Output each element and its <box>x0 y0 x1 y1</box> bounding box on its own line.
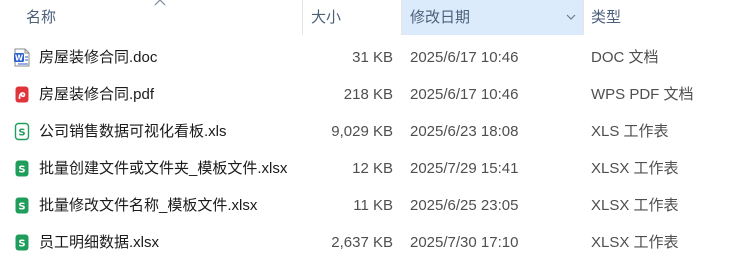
file-date-modified: 2025/6/25 23:05 <box>410 197 519 214</box>
chevron-down-icon[interactable] <box>565 12 577 22</box>
spreadsheet-icon: S <box>14 122 30 141</box>
file-name[interactable]: 公司销售数据可视化看板.xls <box>39 113 227 150</box>
svg-text:S: S <box>18 239 25 250</box>
file-name[interactable]: 员工明细数据.xlsx <box>39 224 159 261</box>
file-size: 2,637 KB <box>331 234 393 251</box>
column-header-name[interactable]: 名称 <box>0 0 303 35</box>
file-date-modified: 2025/6/17 10:46 <box>410 49 519 66</box>
file-name[interactable]: 批量创建文件或文件夹_模板文件.xlsx <box>39 150 287 187</box>
column-header-date-modified[interactable]: 修改日期 <box>402 0 584 35</box>
file-date-modified: 2025/6/17 10:46 <box>410 86 519 103</box>
column-header-size[interactable]: 大小 <box>303 0 401 35</box>
file-size: 218 KB <box>343 86 393 103</box>
file-row[interactable]: S 公司销售数据可视化看板.xls 9,029 KB 2025/6/23 18:… <box>0 113 735 150</box>
file-row[interactable]: S 员工明细数据.xlsx 2,637 KB 2025/7/30 17:10 X… <box>0 224 735 261</box>
file-type: WPS PDF 文档 <box>591 86 694 103</box>
column-header-type[interactable]: 类型 <box>584 0 735 35</box>
svg-text:S: S <box>18 165 25 176</box>
file-type: XLSX 工作表 <box>591 160 679 177</box>
file-name[interactable]: 房屋装修合同.doc <box>39 39 157 76</box>
spreadsheet-icon: S <box>15 160 29 177</box>
file-type: XLSX 工作表 <box>591 234 679 251</box>
file-size: 31 KB <box>352 49 393 66</box>
file-row[interactable]: S 批量创建文件或文件夹_模板文件.xlsx 12 KB 2025/7/29 1… <box>0 150 735 187</box>
file-date-modified: 2025/7/29 15:41 <box>410 160 519 177</box>
spreadsheet-icon: S <box>15 234 29 251</box>
file-name[interactable]: 房屋装修合同.pdf <box>39 76 154 113</box>
wps-pdf-icon <box>15 86 29 103</box>
file-date-modified: 2025/7/30 17:10 <box>410 234 519 251</box>
column-header: 名称 大小 修改日期 类型 <box>0 0 735 36</box>
file-list: W 房屋装修合同.doc 31 KB 2025/6/17 10:46 DOC 文… <box>0 39 735 261</box>
file-size: 12 KB <box>352 160 393 177</box>
file-row[interactable]: S 批量修改文件名称_模板文件.xlsx 11 KB 2025/6/25 23:… <box>0 187 735 224</box>
word-doc-icon: W <box>14 48 30 67</box>
spreadsheet-icon: S <box>15 197 29 214</box>
file-type: XLSX 工作表 <box>591 197 679 214</box>
file-date-modified: 2025/6/23 18:08 <box>410 123 519 140</box>
file-row[interactable]: 房屋装修合同.pdf 218 KB 2025/6/17 10:46 WPS PD… <box>0 76 735 113</box>
file-size: 11 KB <box>353 197 393 214</box>
file-name[interactable]: 批量修改文件名称_模板文件.xlsx <box>39 187 257 224</box>
file-list-view: 名称 大小 修改日期 类型 W 房屋装修合同.doc 31 KB 2025/6/… <box>0 0 735 271</box>
file-row[interactable]: W 房屋装修合同.doc 31 KB 2025/6/17 10:46 DOC 文… <box>0 39 735 76</box>
svg-text:W: W <box>15 53 24 62</box>
svg-text:S: S <box>18 202 25 213</box>
svg-text:S: S <box>18 128 25 139</box>
file-size: 9,029 KB <box>331 123 393 140</box>
file-type: DOC 文档 <box>591 49 659 66</box>
file-type: XLS 工作表 <box>591 123 669 140</box>
